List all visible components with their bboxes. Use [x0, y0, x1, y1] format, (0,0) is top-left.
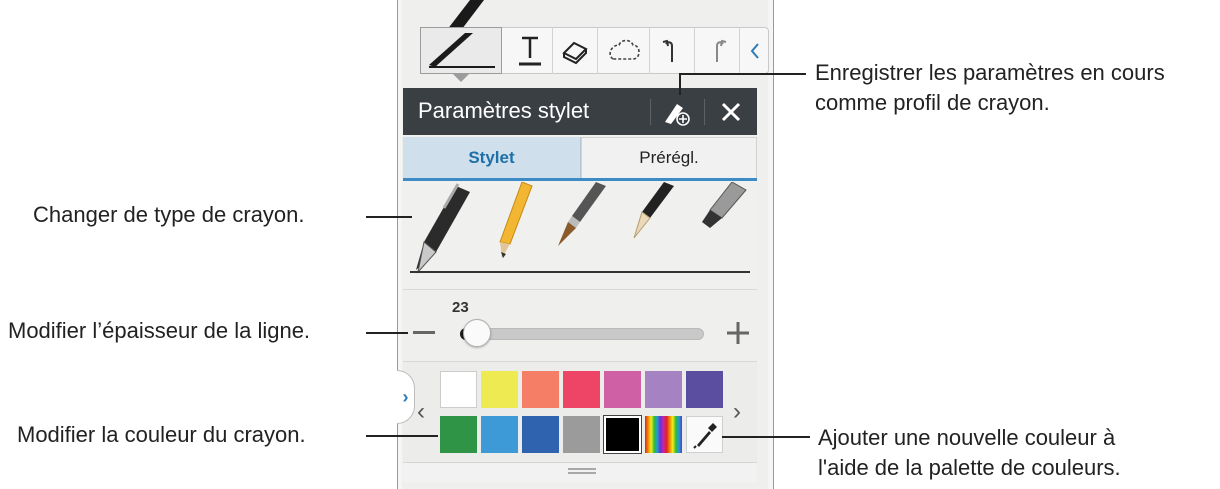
tool-redo[interactable] [695, 27, 740, 74]
tool-selection[interactable] [598, 27, 650, 74]
tab-stylet[interactable]: Stylet [403, 137, 581, 178]
pen-stroke-icon [429, 32, 495, 68]
annotation-add-color-line1: Ajouter une nouvelle couleur à [818, 425, 1116, 450]
redo-icon [716, 39, 727, 62]
annotation-add-color-line2: l'aide de la palette de couleurs. [818, 455, 1121, 480]
color-swatch[interactable] [440, 416, 477, 453]
undo-icon [662, 39, 673, 62]
color-swatch[interactable] [522, 416, 559, 453]
eraser-icon [562, 41, 588, 64]
plus-icon [727, 322, 749, 344]
color-swatch[interactable] [604, 371, 641, 408]
leader-line [366, 216, 412, 218]
annotation-save-profile-line1: Enregistrer les paramètres en cours [815, 60, 1165, 85]
tool-pen[interactable] [420, 27, 502, 74]
text-icon [519, 36, 541, 65]
color-swatch[interactable] [522, 371, 559, 408]
palette-next-button[interactable]: › [733, 398, 741, 426]
leader-line [722, 436, 810, 438]
panel-title: Paramètres stylet [418, 98, 590, 123]
chinese-brush-icon[interactable] [633, 182, 674, 239]
pencil-icon[interactable] [499, 182, 533, 258]
color-swatch[interactable] [481, 371, 518, 408]
save-profile-button[interactable] [657, 97, 697, 127]
pen-preview-line [410, 271, 750, 273]
annotation-save-profile-line2: comme profil de crayon. [815, 90, 1050, 115]
tool-eraser[interactable] [553, 27, 598, 74]
color-swatch[interactable] [481, 416, 518, 453]
marker-icon[interactable] [702, 182, 747, 228]
color-swatch[interactable] [563, 371, 600, 408]
thickness-value: 23 [452, 299, 469, 316]
pen-plus-icon [665, 104, 690, 126]
color-spectrum-swatch[interactable] [645, 416, 682, 453]
grip-icon [568, 468, 596, 474]
color-swatch[interactable] [563, 416, 600, 453]
leader-line [680, 73, 806, 75]
annotation-thickness: Modifier l’épaisseur de la ligne. [8, 318, 311, 343]
thickness-slider-thumb[interactable] [463, 319, 491, 347]
header-divider [650, 99, 651, 125]
thickness-slider[interactable] [460, 328, 704, 340]
lasso-icon [608, 39, 640, 60]
fountain-pen-icon[interactable] [416, 183, 470, 274]
tool-undo[interactable] [650, 27, 695, 74]
toolbar-pointer [453, 74, 469, 82]
toolbar-collapse-button[interactable] [740, 27, 769, 74]
leader-line [366, 435, 438, 437]
color-swatch[interactable] [645, 371, 682, 408]
leader-line [679, 73, 681, 95]
header-divider [704, 99, 705, 125]
decrease-thickness-button[interactable] [410, 319, 438, 347]
color-picker-button[interactable] [686, 416, 723, 453]
brush-icon[interactable] [558, 182, 606, 246]
close-button[interactable] [714, 96, 748, 128]
leader-line [366, 332, 408, 334]
close-icon [721, 102, 741, 122]
tab-preregl[interactable]: Prérégl. [581, 137, 757, 178]
divider [403, 289, 757, 290]
eyedropper-icon [693, 423, 717, 449]
color-swatch[interactable] [440, 371, 477, 408]
chevron-left-icon [750, 42, 759, 59]
pen-type-list [416, 182, 747, 274]
color-swatch[interactable] [686, 371, 723, 408]
increase-thickness-button[interactable] [724, 319, 752, 347]
tool-text[interactable] [508, 27, 553, 74]
minus-icon [413, 331, 435, 334]
annotation-color: Modifier la couleur du crayon. [17, 422, 306, 447]
annotation-pen-type: Changer de type de crayon. [33, 202, 305, 227]
color-swatch[interactable] [603, 415, 642, 454]
palette-prev-button[interactable]: ‹ [417, 398, 425, 426]
